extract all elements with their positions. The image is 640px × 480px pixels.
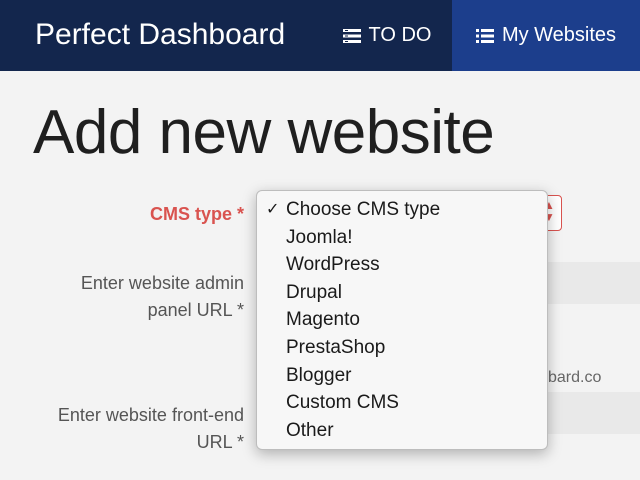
nav-item-my-websites[interactable]: My Websites <box>452 0 640 71</box>
cms-type-label: CMS type * <box>149 204 244 224</box>
dropdown-option[interactable]: ✓ Choose CMS type <box>257 196 547 224</box>
admin-url-hint: bard.co <box>548 369 602 386</box>
page-title: Add new website <box>33 98 495 167</box>
nav-item-todo[interactable]: TO DO <box>322 0 452 71</box>
list-icon <box>475 28 494 43</box>
dropdown-option[interactable]: Drupal <box>257 279 547 307</box>
admin-url-label: Enter website admin panel URL * <box>80 273 244 320</box>
cms-type-dropdown: ✓ Choose CMS type Joomla! WordPress Drup… <box>256 190 548 450</box>
dropdown-option[interactable]: PrestaShop <box>257 334 547 362</box>
dropdown-option[interactable]: Joomla! <box>257 224 547 252</box>
brand-title[interactable]: Perfect Dashboard <box>35 17 285 53</box>
dropdown-option[interactable]: Magento <box>257 306 547 334</box>
nav-item-label: My Websites <box>501 24 617 46</box>
top-navbar: Perfect Dashboard TO DO My Websites <box>0 0 640 71</box>
dropdown-option[interactable]: Blogger <box>257 362 547 390</box>
checkmark-icon: ✓ <box>266 201 280 218</box>
list-todo-icon <box>342 28 361 43</box>
dropdown-option[interactable]: Custom CMS <box>257 389 547 417</box>
nav-item-label: TO DO <box>368 24 432 46</box>
dropdown-option[interactable]: WordPress <box>257 251 547 279</box>
front-url-label: Enter website front-end URL * <box>57 405 244 452</box>
dropdown-option[interactable]: Other <box>257 417 547 445</box>
